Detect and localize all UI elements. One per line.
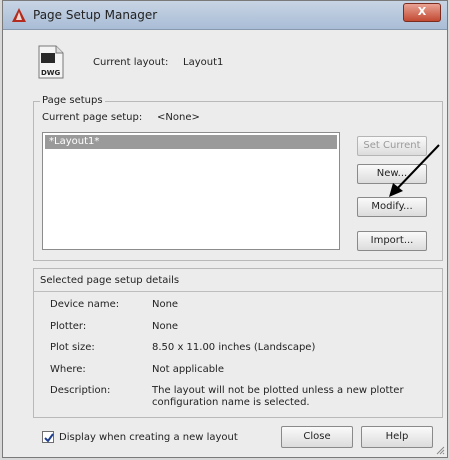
where-value: Not applicable — [152, 364, 224, 375]
page-setups-list[interactable]: *Layout1* — [42, 132, 340, 250]
display-when-creating-label: Display when creating a new layout — [59, 432, 238, 443]
dwg-icon-text: DWG — [41, 69, 61, 77]
autocad-app-icon — [12, 8, 26, 22]
current-layout-value: Layout1 — [183, 57, 224, 68]
current-page-setup-value: <None> — [157, 112, 200, 123]
checkmark-icon — [44, 433, 54, 443]
help-button[interactable]: Help — [361, 426, 433, 448]
window-title: Page Setup Manager — [33, 8, 158, 22]
description-label: Description: — [50, 385, 111, 396]
close-button[interactable]: Close — [281, 426, 353, 448]
window-close-button[interactable]: X — [403, 3, 441, 22]
device-name-value: None — [152, 299, 179, 310]
title-bar[interactable]: Page Setup Manager X — [3, 1, 447, 30]
details-title: Selected page setup details — [40, 275, 180, 286]
page-setup-details-group: Selected page setup details Device name:… — [33, 268, 443, 418]
current-page-setup-label: Current page setup: — [42, 112, 143, 123]
page-setups-group: Page setups Current page setup: <None> *… — [33, 95, 443, 261]
plotter-label: Plotter: — [50, 321, 87, 332]
details-divider — [34, 291, 442, 292]
current-layout-label: Current layout: — [93, 57, 169, 68]
where-label: Where: — [50, 364, 86, 375]
import-button[interactable]: Import... — [357, 231, 427, 251]
plot-size-label: Plot size: — [50, 342, 95, 353]
plotter-value: None — [152, 321, 179, 332]
page-setup-manager-dialog: Page Setup Manager X DWG Current layout:… — [2, 0, 448, 458]
description-value: The layout will not be plotted unless a … — [152, 385, 404, 408]
pointer-arrow-annotation — [389, 144, 440, 197]
page-setup-list-item[interactable]: *Layout1* — [45, 135, 337, 149]
plot-size-value: 8.50 x 11.00 inches (Landscape) — [152, 342, 316, 353]
dwg-file-icon: DWG — [38, 45, 64, 79]
display-when-creating-checkbox[interactable] — [42, 431, 54, 443]
device-name-label: Device name: — [50, 299, 120, 310]
page-setups-group-title: Page setups — [40, 95, 105, 106]
resize-grip-icon[interactable] — [435, 445, 445, 455]
